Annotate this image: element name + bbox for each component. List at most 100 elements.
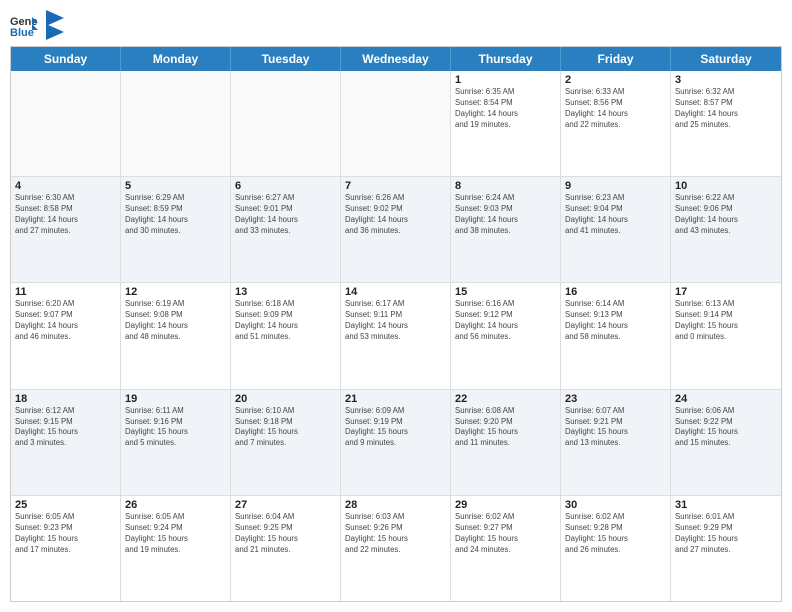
day-number: 28	[345, 499, 446, 511]
day-number: 13	[235, 286, 336, 298]
day-info: Sunrise: 6:06 AM Sunset: 9:22 PM Dayligh…	[675, 406, 777, 450]
header-day-tuesday: Tuesday	[231, 47, 341, 71]
day-number: 30	[565, 499, 666, 511]
day-number: 11	[15, 286, 116, 298]
calendar-row-2: 4Sunrise: 6:30 AM Sunset: 8:58 PM Daylig…	[11, 177, 781, 283]
day-number: 1	[455, 74, 556, 86]
day-info: Sunrise: 6:07 AM Sunset: 9:21 PM Dayligh…	[565, 406, 666, 450]
header-day-saturday: Saturday	[671, 47, 781, 71]
calendar-header: SundayMondayTuesdayWednesdayThursdayFrid…	[11, 47, 781, 71]
day-number: 16	[565, 286, 666, 298]
day-number: 18	[15, 393, 116, 405]
day-number: 20	[235, 393, 336, 405]
calendar-cell: 29Sunrise: 6:02 AM Sunset: 9:27 PM Dayli…	[451, 496, 561, 601]
calendar-row-1: 1Sunrise: 6:35 AM Sunset: 8:54 PM Daylig…	[11, 71, 781, 177]
day-number: 9	[565, 180, 666, 192]
day-number: 26	[125, 499, 226, 511]
calendar-cell: 11Sunrise: 6:20 AM Sunset: 9:07 PM Dayli…	[11, 283, 121, 388]
header-day-monday: Monday	[121, 47, 231, 71]
day-info: Sunrise: 6:04 AM Sunset: 9:25 PM Dayligh…	[235, 512, 336, 556]
calendar-cell: 30Sunrise: 6:02 AM Sunset: 9:28 PM Dayli…	[561, 496, 671, 601]
calendar-cell: 17Sunrise: 6:13 AM Sunset: 9:14 PM Dayli…	[671, 283, 781, 388]
day-number: 7	[345, 180, 446, 192]
calendar-cell: 18Sunrise: 6:12 AM Sunset: 9:15 PM Dayli…	[11, 390, 121, 495]
calendar-cell: 25Sunrise: 6:05 AM Sunset: 9:23 PM Dayli…	[11, 496, 121, 601]
day-info: Sunrise: 6:14 AM Sunset: 9:13 PM Dayligh…	[565, 299, 666, 343]
calendar-cell: 1Sunrise: 6:35 AM Sunset: 8:54 PM Daylig…	[451, 71, 561, 176]
calendar-cell: 9Sunrise: 6:23 AM Sunset: 9:04 PM Daylig…	[561, 177, 671, 282]
day-info: Sunrise: 6:02 AM Sunset: 9:27 PM Dayligh…	[455, 512, 556, 556]
calendar-cell: 15Sunrise: 6:16 AM Sunset: 9:12 PM Dayli…	[451, 283, 561, 388]
day-info: Sunrise: 6:32 AM Sunset: 8:57 PM Dayligh…	[675, 87, 777, 131]
day-number: 25	[15, 499, 116, 511]
day-number: 15	[455, 286, 556, 298]
logo: General Blue	[10, 10, 64, 40]
calendar-cell: 16Sunrise: 6:14 AM Sunset: 9:13 PM Dayli…	[561, 283, 671, 388]
calendar-cell: 19Sunrise: 6:11 AM Sunset: 9:16 PM Dayli…	[121, 390, 231, 495]
calendar-cell: 5Sunrise: 6:29 AM Sunset: 8:59 PM Daylig…	[121, 177, 231, 282]
calendar-cell: 23Sunrise: 6:07 AM Sunset: 9:21 PM Dayli…	[561, 390, 671, 495]
calendar-cell: 3Sunrise: 6:32 AM Sunset: 8:57 PM Daylig…	[671, 71, 781, 176]
day-info: Sunrise: 6:22 AM Sunset: 9:06 PM Dayligh…	[675, 193, 777, 237]
calendar: SundayMondayTuesdayWednesdayThursdayFrid…	[10, 46, 782, 602]
calendar-row-3: 11Sunrise: 6:20 AM Sunset: 9:07 PM Dayli…	[11, 283, 781, 389]
day-number: 22	[455, 393, 556, 405]
day-info: Sunrise: 6:10 AM Sunset: 9:18 PM Dayligh…	[235, 406, 336, 450]
calendar-cell: 22Sunrise: 6:08 AM Sunset: 9:20 PM Dayli…	[451, 390, 561, 495]
header-day-wednesday: Wednesday	[341, 47, 451, 71]
day-number: 6	[235, 180, 336, 192]
day-info: Sunrise: 6:13 AM Sunset: 9:14 PM Dayligh…	[675, 299, 777, 343]
day-number: 27	[235, 499, 336, 511]
day-number: 5	[125, 180, 226, 192]
day-info: Sunrise: 6:33 AM Sunset: 8:56 PM Dayligh…	[565, 87, 666, 131]
day-number: 29	[455, 499, 556, 511]
day-number: 3	[675, 74, 777, 86]
calendar-cell: 14Sunrise: 6:17 AM Sunset: 9:11 PM Dayli…	[341, 283, 451, 388]
calendar-body: 1Sunrise: 6:35 AM Sunset: 8:54 PM Daylig…	[11, 71, 781, 601]
day-info: Sunrise: 6:23 AM Sunset: 9:04 PM Dayligh…	[565, 193, 666, 237]
day-info: Sunrise: 6:29 AM Sunset: 8:59 PM Dayligh…	[125, 193, 226, 237]
day-info: Sunrise: 6:35 AM Sunset: 8:54 PM Dayligh…	[455, 87, 556, 131]
day-number: 14	[345, 286, 446, 298]
calendar-page: General Blue SundayMondayTuesdayWednesda…	[0, 0, 792, 612]
svg-text:Blue: Blue	[10, 27, 34, 37]
calendar-cell: 21Sunrise: 6:09 AM Sunset: 9:19 PM Dayli…	[341, 390, 451, 495]
day-info: Sunrise: 6:08 AM Sunset: 9:20 PM Dayligh…	[455, 406, 556, 450]
day-number: 19	[125, 393, 226, 405]
calendar-cell	[11, 71, 121, 176]
calendar-cell: 26Sunrise: 6:05 AM Sunset: 9:24 PM Dayli…	[121, 496, 231, 601]
header-day-sunday: Sunday	[11, 47, 121, 71]
calendar-cell: 13Sunrise: 6:18 AM Sunset: 9:09 PM Dayli…	[231, 283, 341, 388]
calendar-cell: 2Sunrise: 6:33 AM Sunset: 8:56 PM Daylig…	[561, 71, 671, 176]
logo-icon: General Blue	[10, 13, 38, 37]
day-number: 17	[675, 286, 777, 298]
day-number: 23	[565, 393, 666, 405]
calendar-cell: 12Sunrise: 6:19 AM Sunset: 9:08 PM Dayli…	[121, 283, 231, 388]
calendar-cell: 8Sunrise: 6:24 AM Sunset: 9:03 PM Daylig…	[451, 177, 561, 282]
day-info: Sunrise: 6:05 AM Sunset: 9:23 PM Dayligh…	[15, 512, 116, 556]
calendar-cell: 7Sunrise: 6:26 AM Sunset: 9:02 PM Daylig…	[341, 177, 451, 282]
day-info: Sunrise: 6:24 AM Sunset: 9:03 PM Dayligh…	[455, 193, 556, 237]
page-header: General Blue	[10, 10, 782, 40]
day-number: 31	[675, 499, 777, 511]
calendar-cell: 6Sunrise: 6:27 AM Sunset: 9:01 PM Daylig…	[231, 177, 341, 282]
day-number: 12	[125, 286, 226, 298]
day-info: Sunrise: 6:09 AM Sunset: 9:19 PM Dayligh…	[345, 406, 446, 450]
calendar-row-5: 25Sunrise: 6:05 AM Sunset: 9:23 PM Dayli…	[11, 496, 781, 601]
calendar-cell: 10Sunrise: 6:22 AM Sunset: 9:06 PM Dayli…	[671, 177, 781, 282]
calendar-cell	[121, 71, 231, 176]
day-info: Sunrise: 6:30 AM Sunset: 8:58 PM Dayligh…	[15, 193, 116, 237]
day-info: Sunrise: 6:18 AM Sunset: 9:09 PM Dayligh…	[235, 299, 336, 343]
day-info: Sunrise: 6:26 AM Sunset: 9:02 PM Dayligh…	[345, 193, 446, 237]
day-info: Sunrise: 6:05 AM Sunset: 9:24 PM Dayligh…	[125, 512, 226, 556]
calendar-cell	[231, 71, 341, 176]
day-number: 21	[345, 393, 446, 405]
day-info: Sunrise: 6:16 AM Sunset: 9:12 PM Dayligh…	[455, 299, 556, 343]
day-number: 4	[15, 180, 116, 192]
calendar-cell: 31Sunrise: 6:01 AM Sunset: 9:29 PM Dayli…	[671, 496, 781, 601]
calendar-cell: 27Sunrise: 6:04 AM Sunset: 9:25 PM Dayli…	[231, 496, 341, 601]
day-info: Sunrise: 6:19 AM Sunset: 9:08 PM Dayligh…	[125, 299, 226, 343]
calendar-cell: 20Sunrise: 6:10 AM Sunset: 9:18 PM Dayli…	[231, 390, 341, 495]
calendar-row-4: 18Sunrise: 6:12 AM Sunset: 9:15 PM Dayli…	[11, 390, 781, 496]
day-number: 8	[455, 180, 556, 192]
